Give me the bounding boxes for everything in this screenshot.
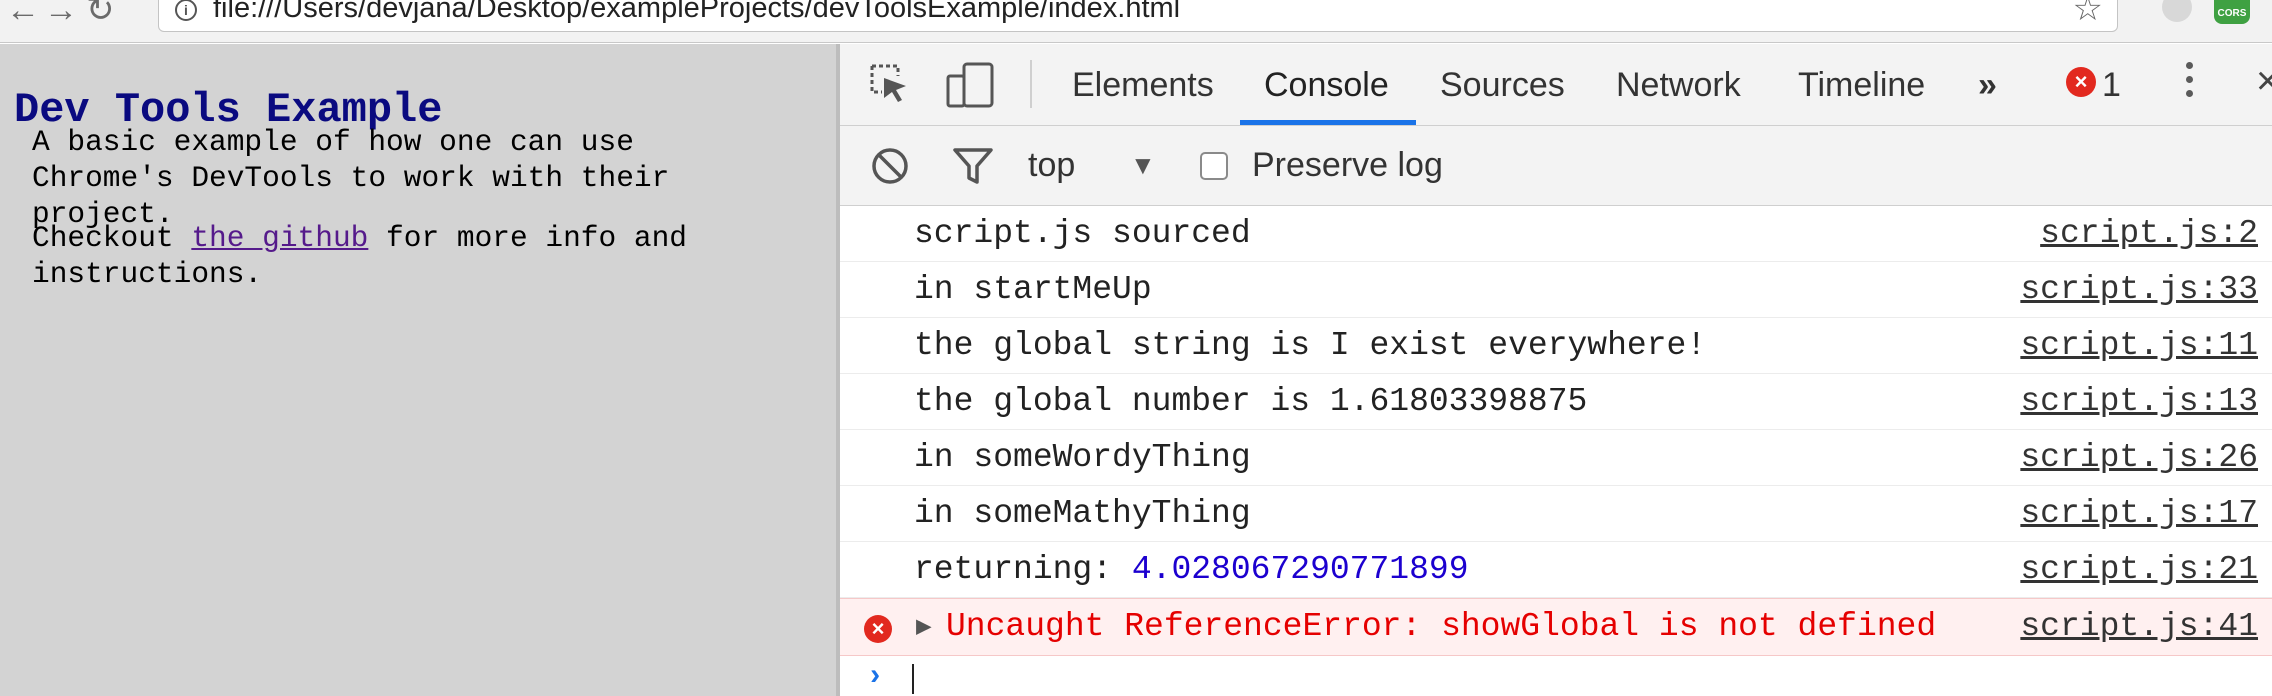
console-message: in startMeUp script.js:33 (840, 262, 2272, 318)
url-text[interactable]: file:///Users/devjana/Desktop/examplePro… (213, 0, 1180, 25)
more-options-icon[interactable] (2186, 62, 2194, 104)
toolbar-divider (1030, 60, 1032, 108)
extension-icon[interactable] (2162, 0, 2192, 22)
prompt-chevron-icon: › (866, 660, 885, 694)
clear-console-icon[interactable] (870, 146, 910, 191)
tab-console[interactable]: Console (1264, 62, 1389, 108)
address-bar[interactable]: i file:///Users/devjana/Desktop/exampleP… (158, 0, 2118, 32)
source-link[interactable]: script.js:33 (2020, 272, 2258, 308)
context-selector[interactable]: top (1028, 142, 1075, 188)
close-devtools-icon[interactable]: × (2256, 56, 2272, 106)
dropdown-arrow-icon[interactable]: ▼ (1130, 142, 1156, 188)
console-message: the global number is 1.61803398875 scrip… (840, 374, 2272, 430)
message-text: the global number is 1.61803398875 (914, 383, 1588, 420)
console-message: in someMathyThing script.js:17 (840, 486, 2272, 542)
forward-arrow-icon[interactable]: → (44, 0, 78, 30)
more-tabs-icon[interactable]: » (1978, 62, 1997, 108)
source-link[interactable]: script.js:2 (2040, 216, 2258, 252)
expand-triangle-icon[interactable]: ▶ (916, 611, 932, 643)
text-cursor (912, 664, 914, 694)
source-link[interactable]: script.js:21 (2020, 552, 2258, 588)
console-prompt[interactable]: › (840, 662, 2272, 696)
console-output[interactable]: script.js sourced script.js:2 in startMe… (840, 206, 2272, 696)
tab-network[interactable]: Network (1616, 62, 1741, 108)
message-text: in someMathyThing (914, 495, 1251, 532)
cors-extension-icon[interactable]: CORS (2214, 0, 2250, 24)
filter-icon[interactable] (952, 146, 994, 191)
active-tab-indicator (1240, 120, 1416, 125)
source-link[interactable]: script.js:41 (2020, 609, 2258, 645)
preserve-log-label[interactable]: Preserve log (1252, 142, 1443, 188)
console-toolbar: top ▼ Preserve log (840, 126, 2272, 206)
back-arrow-icon[interactable]: ← (6, 0, 40, 30)
console-error: × ▶ Uncaught ReferenceError: showGlobal … (840, 598, 2272, 656)
message-prefix: returning: (914, 551, 1132, 588)
intro-paragraph: A basic example of how one can use Chrom… (32, 125, 670, 231)
page-viewport: Dev Tools Example A basic example of how… (0, 44, 836, 696)
console-message: the global string is I exist everywhere!… (840, 318, 2272, 374)
browser-window: ← → ↻ i file:///Users/devjana/Desktop/ex… (0, 0, 2272, 696)
message-text: script.js sourced (914, 215, 1251, 252)
tab-elements[interactable]: Elements (1072, 62, 1214, 108)
message-text: in someWordyThing (914, 439, 1251, 476)
devtools-panel: Elements Console Sources Network Timelin… (840, 44, 2272, 696)
bookmark-star-icon[interactable]: ☆ (2073, 0, 2103, 29)
inspect-element-icon[interactable] (868, 62, 910, 109)
message-text: returning: 4.028067290771899 (914, 552, 1469, 588)
source-link[interactable]: script.js:26 (2020, 440, 2258, 476)
info-icon[interactable]: i (175, 0, 197, 21)
device-toolbar-icon[interactable] (946, 62, 996, 113)
message-text: in startMeUp (914, 271, 1152, 308)
console-message: returning: 4.028067290771899 script.js:2… (840, 542, 2272, 598)
devtools-tabbar: Elements Console Sources Network Timelin… (840, 44, 2272, 126)
tab-timeline[interactable]: Timeline (1798, 62, 1925, 108)
error-count[interactable]: 1 (2102, 62, 2121, 108)
source-link[interactable]: script.js:17 (2020, 496, 2258, 532)
tab-sources[interactable]: Sources (1440, 62, 1565, 108)
message-text: the global string is I exist everywhere! (914, 327, 1707, 364)
error-icon[interactable]: × (2066, 67, 2096, 97)
reload-icon[interactable]: ↻ (86, 0, 115, 30)
console-message: in someWordyThing script.js:26 (840, 430, 2272, 486)
error-message[interactable]: Uncaught ReferenceError: showGlobal is n… (946, 609, 1936, 645)
source-link[interactable]: script.js:11 (2020, 328, 2258, 364)
browser-toolbar: ← → ↻ i file:///Users/devjana/Desktop/ex… (0, 0, 2272, 43)
console-message: script.js sourced script.js:2 (840, 206, 2272, 262)
number-value: 4.028067290771899 (1131, 551, 1469, 588)
source-link[interactable]: script.js:13 (2020, 384, 2258, 420)
github-paragraph: Checkout the github for more info and in… (32, 220, 792, 292)
preserve-log-checkbox[interactable] (1200, 152, 1228, 180)
paragraph-text: Checkout (32, 221, 192, 255)
error-icon: × (864, 615, 892, 643)
github-link[interactable]: the github (191, 221, 368, 255)
